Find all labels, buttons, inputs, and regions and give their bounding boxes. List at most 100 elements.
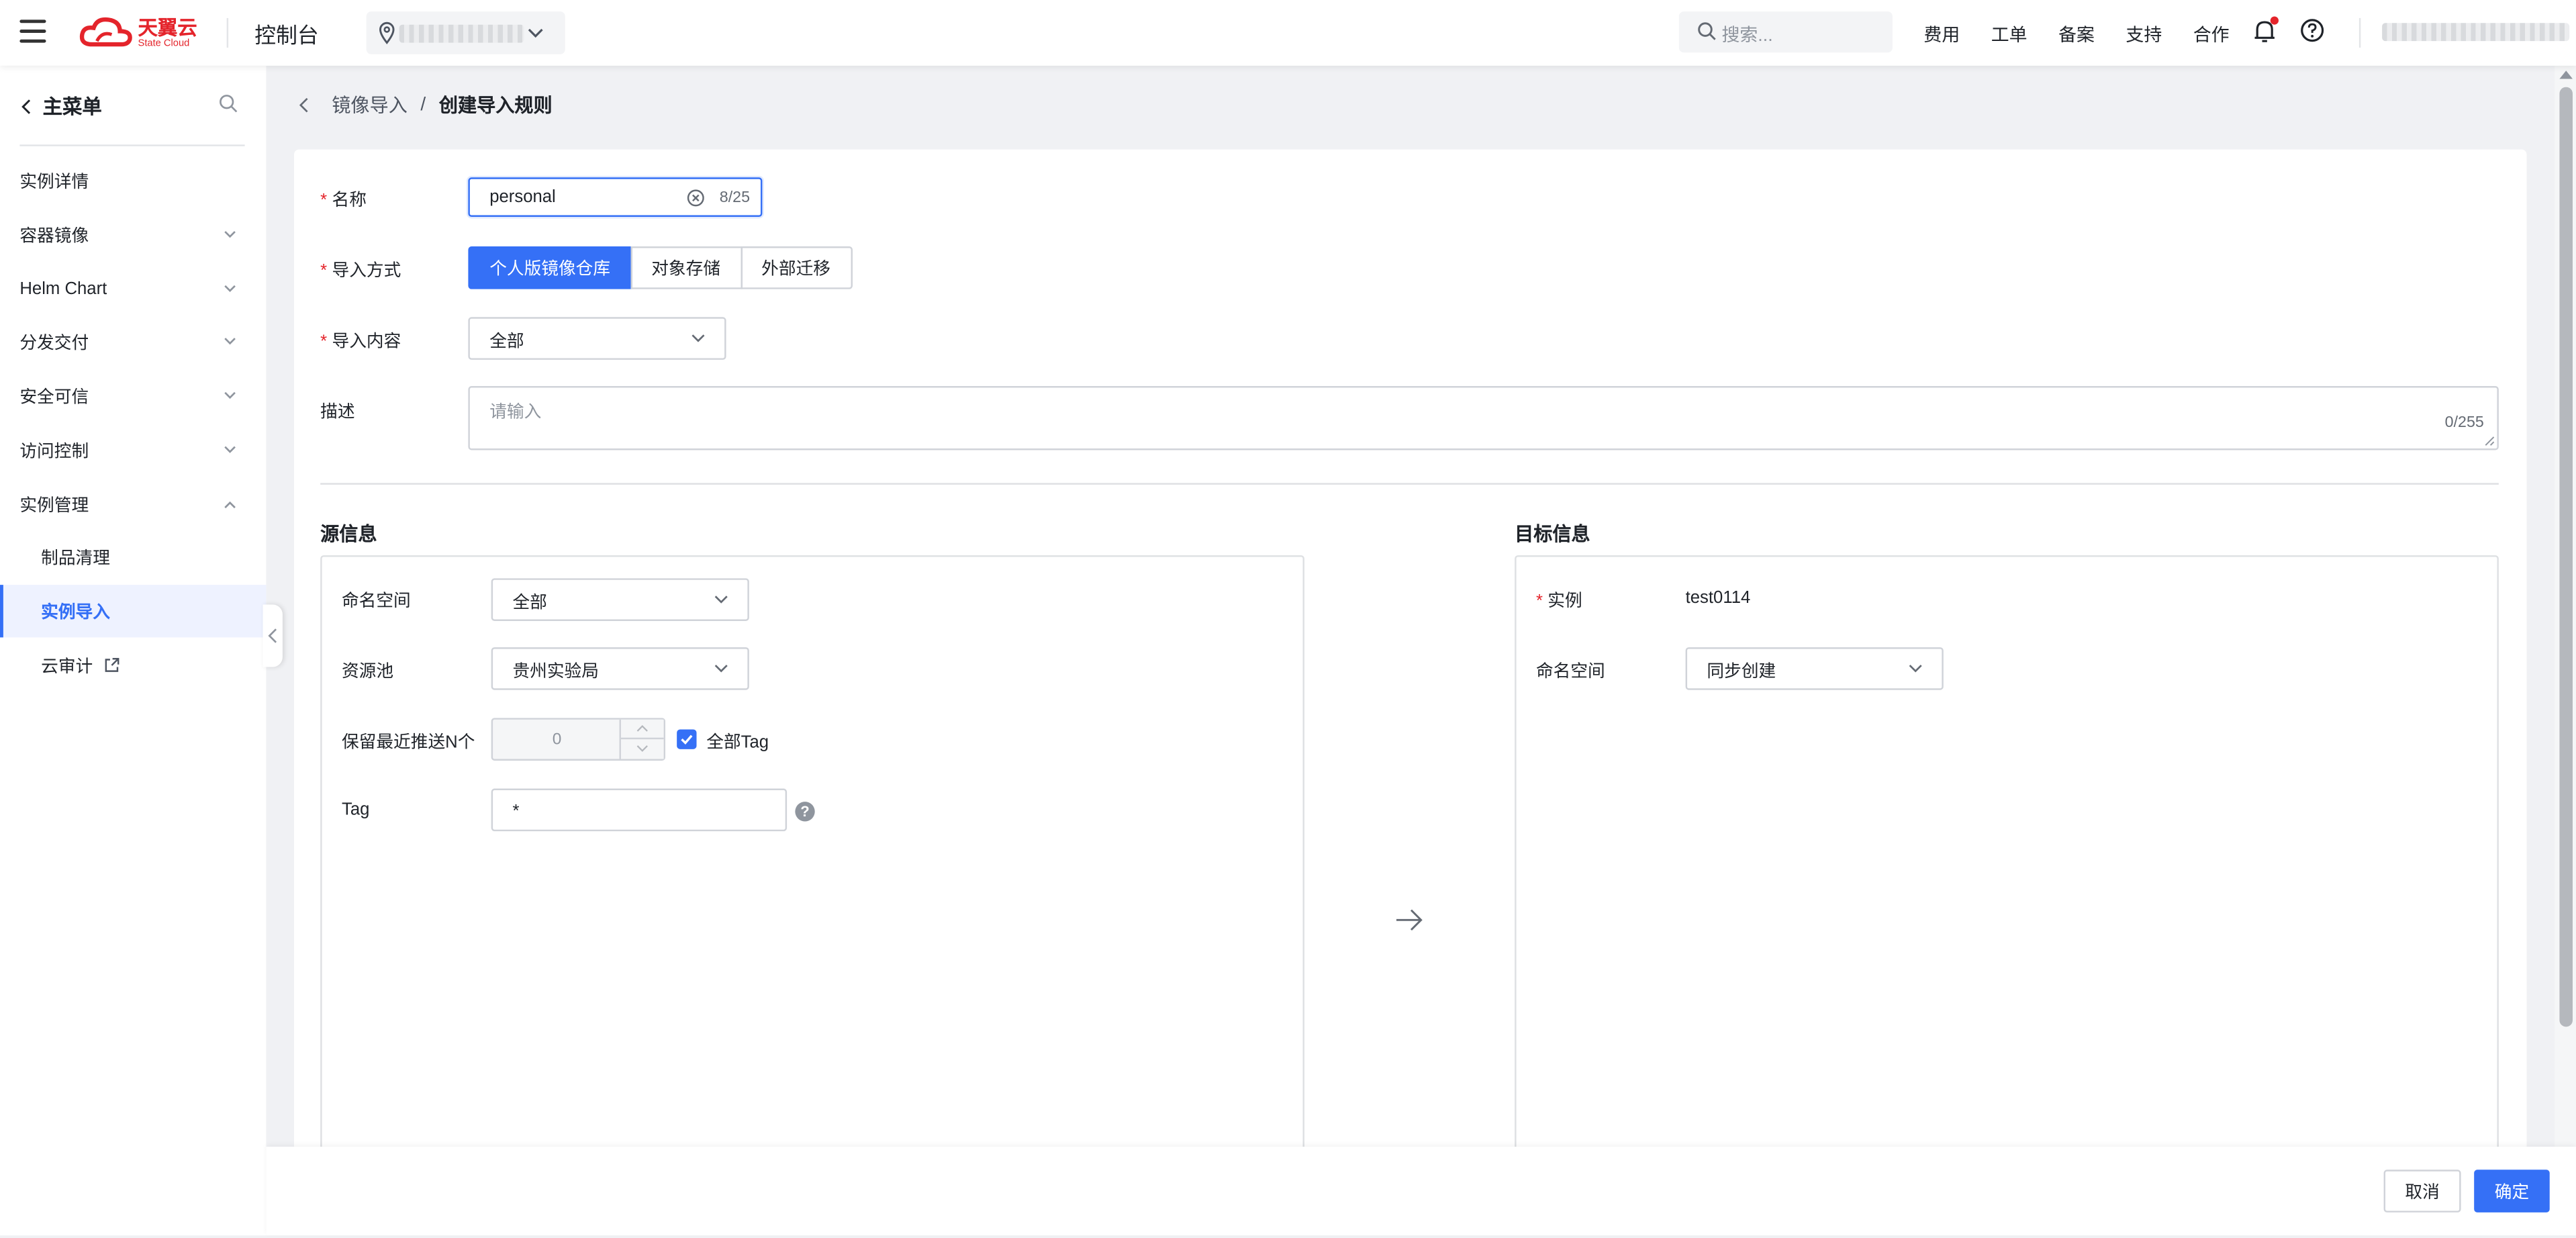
sidebar-item-instance-management[interactable]: 实例管理 [0, 478, 266, 530]
console-link[interactable]: 控制台 [254, 18, 318, 49]
source-namespace-select[interactable]: 全部 [491, 578, 749, 621]
top-bar: 天翼云 State Cloud 控制台 搜索... 费用 工单 备案 支持 合作 [0, 0, 2576, 66]
confirm-button[interactable]: 确定 [2474, 1170, 2550, 1212]
chevron-down-icon [224, 338, 236, 345]
method-object-storage[interactable]: 对象存储 [630, 246, 742, 289]
name-label: * 名称 [320, 190, 367, 211]
method-external-migration[interactable]: 外部迁移 [740, 246, 852, 289]
sidebar-item-label: 安全可信 [19, 387, 89, 407]
location-pin-icon [379, 21, 395, 44]
clear-icon[interactable] [687, 189, 705, 207]
description-label: 描述 [320, 402, 355, 422]
top-link-filing[interactable]: 备案 [2058, 21, 2095, 48]
chevron-up-icon [224, 501, 236, 509]
chevron-down-icon [224, 446, 236, 453]
chevron-down-icon [714, 665, 728, 673]
header-divider-2 [2358, 17, 2361, 48]
sidebar-item-security[interactable]: 安全可信 [0, 370, 266, 422]
stepper-buttons [619, 719, 664, 759]
notification-bell-icon[interactable] [2252, 16, 2279, 44]
sidebar-item-label: 访问控制 [19, 441, 89, 461]
resize-grip-icon[interactable] [2484, 435, 2495, 446]
page-scrollbar[interactable] [2555, 65, 2576, 1147]
back-chevron-icon[interactable] [295, 97, 312, 113]
import-content-select[interactable]: 全部 [468, 317, 726, 360]
sidebar-item-instance-import[interactable]: 实例导入 [0, 585, 267, 638]
target-instance-label: * 实例 [1535, 591, 1582, 612]
top-link-partner[interactable]: 合作 [2193, 21, 2230, 48]
all-tag-label[interactable]: 全部Tag [706, 729, 769, 754]
sidebar-item-access-control[interactable]: 访问控制 [0, 424, 266, 476]
method-personal-registry[interactable]: 个人版镜像仓库 [468, 246, 632, 289]
region-selector[interactable] [366, 11, 565, 54]
all-tag-checkbox[interactable] [677, 729, 697, 749]
cancel-button[interactable]: 取消 [2383, 1170, 2461, 1212]
region-name-redacted [399, 24, 524, 43]
description-char-count: 0/255 [2444, 414, 2484, 432]
import-content-label: * 导入内容 [320, 332, 401, 352]
sidebar-header[interactable]: 主菜单 [19, 92, 102, 120]
chevron-down-icon [224, 231, 236, 238]
section-divider [320, 483, 2499, 485]
logo-text-cn: 天翼云 [138, 15, 197, 39]
breadcrumb-current: 创建导入规则 [438, 97, 553, 117]
source-namespace-value: 全部 [512, 593, 547, 613]
sidebar-item-label: 制品清理 [41, 548, 110, 568]
stepper-down-button[interactable] [621, 739, 664, 759]
stepper-up-button[interactable] [620, 720, 664, 740]
name-char-count: 8/25 [719, 189, 751, 207]
name-input[interactable]: personal 8/25 [468, 177, 763, 218]
resource-pool-select[interactable]: 贵州实验局 [491, 647, 749, 690]
question-help-icon[interactable]: ? [795, 802, 815, 822]
sidebar-item-label: 云审计 [41, 656, 93, 676]
breadcrumb-parent[interactable]: 镜像导入 [332, 92, 408, 118]
top-link-ticket[interactable]: 工单 [1991, 21, 2028, 48]
sidebar-item-instance-detail[interactable]: 实例详情 [0, 154, 266, 207]
notification-dot [2270, 16, 2279, 25]
source-info-title: 源信息 [320, 526, 377, 546]
sidebar-item-distribution[interactable]: 分发交付 [0, 316, 266, 368]
sidebar-item-label: Helm Chart [19, 279, 107, 299]
keep-recent-stepper[interactable]: 0 [491, 718, 666, 761]
sidebar-item-helm-chart[interactable]: Helm Chart [0, 263, 266, 316]
user-account-redacted[interactable] [2382, 23, 2570, 42]
keep-recent-label: 保留最近推送N个 [341, 732, 475, 753]
target-panel: * 实例 test0114 命名空间 同步创建 [1515, 555, 2499, 1180]
tag-input[interactable]: * [491, 788, 788, 832]
sidebar-collapse-handle[interactable] [263, 604, 283, 667]
scroll-up-arrow[interactable] [2559, 70, 2573, 79]
chevron-down-icon [224, 391, 236, 399]
target-instance-value: test0114 [1685, 588, 1751, 608]
chevron-down-icon [691, 334, 705, 342]
sidebar-title: 主菜单 [42, 95, 102, 119]
sidebar-item-cloud-audit[interactable]: 云审计 [0, 639, 266, 692]
target-namespace-value: 同步创建 [1707, 662, 1776, 682]
resource-pool-label: 资源池 [341, 662, 394, 682]
sidebar-item-label: 分发交付 [19, 332, 89, 352]
brand-logo[interactable]: 天翼云 State Cloud [79, 13, 197, 53]
form-footer: 取消 确定 [266, 1147, 2576, 1236]
description-textarea[interactable]: 请输入 0/255 [468, 386, 2499, 450]
hamburger-menu-icon[interactable] [19, 19, 46, 43]
sidebar-item-label: 实例导入 [41, 602, 110, 622]
scrollbar-thumb[interactable] [2559, 87, 2573, 1027]
target-info-title: 目标信息 [1515, 526, 1590, 546]
top-link-support[interactable]: 支持 [2126, 21, 2162, 48]
external-link-icon [104, 658, 119, 672]
top-links: 费用 工单 备案 支持 合作 [1923, 21, 2229, 48]
source-namespace-label: 命名空间 [341, 591, 411, 612]
check-icon [681, 734, 693, 745]
description-placeholder: 请输入 [489, 402, 542, 422]
import-method-segmented: 个人版镜像仓库 对象存储 外部迁移 [468, 246, 852, 289]
target-namespace-select[interactable]: 同步创建 [1685, 647, 1944, 690]
tag-label: Tag [341, 800, 370, 820]
sidebar-item-container-image[interactable]: 容器镜像 [0, 209, 266, 261]
top-link-billing[interactable]: 费用 [1923, 21, 1960, 48]
menu-search-icon[interactable] [218, 93, 238, 113]
sidebar-item-artifact-cleanup[interactable]: 制品清理 [0, 530, 266, 583]
breadcrumb: 镜像导入 / 创建导入规则 [295, 92, 553, 118]
global-search-input[interactable]: 搜索... [1678, 11, 1893, 53]
help-icon[interactable] [2300, 18, 2325, 43]
header-divider [226, 17, 229, 48]
source-panel: 命名空间 全部 资源池 贵州实验局 保留最近推送N个 0 全部Tag Tag *… [320, 555, 1304, 1180]
